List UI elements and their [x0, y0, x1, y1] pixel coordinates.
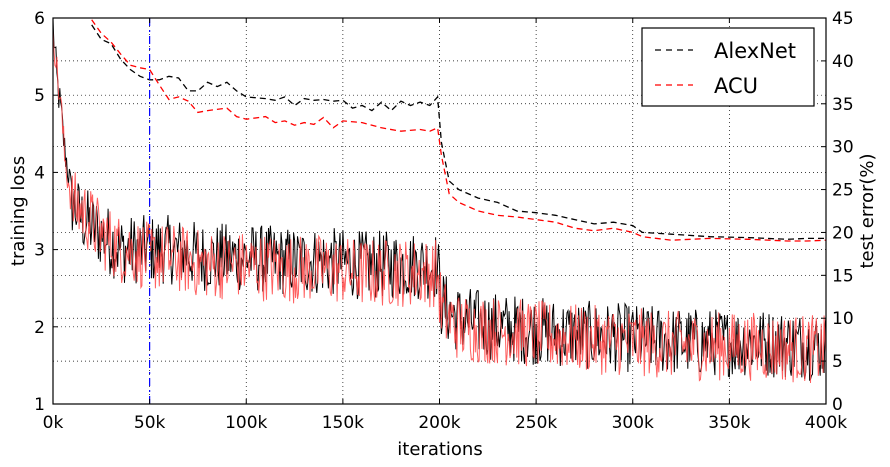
y-right-tick-label: 0: [832, 395, 843, 415]
x-tick-label: 250k: [515, 413, 557, 433]
x-tick-label: 100k: [225, 413, 267, 433]
y-left-tick-label: 2: [34, 318, 45, 338]
y-left-tick-label: 6: [34, 9, 45, 29]
y-right-tick-label: 20: [832, 223, 854, 243]
chart: 0k 50k 100k 150k 200k 250k 300k 350k 400k1234560…: [8, 9, 878, 460]
y-right-tick-label: 5: [832, 352, 843, 372]
x-tick-label: 50k: [134, 413, 166, 433]
y-right-tick-label: 45: [832, 9, 854, 29]
x-axis-label: iterations: [397, 439, 482, 460]
y-right-tick-label: 35: [832, 95, 854, 115]
x-tick-label: 0k: [43, 413, 64, 433]
y-left-tick-label: 1: [34, 395, 45, 415]
x-tick-label: 200k: [418, 413, 460, 433]
y-left-tick-label: 5: [34, 86, 45, 106]
y-axis-left-label: training loss: [8, 156, 29, 266]
x-tick-label: 400k: [805, 413, 847, 433]
y-right-tick-label: 40: [832, 52, 854, 72]
y-left-tick-label: 4: [34, 163, 45, 183]
legend: AlexNet ACU: [641, 27, 815, 107]
x-tick-label: 350k: [708, 413, 750, 433]
y-right-tick-label: 10: [832, 309, 854, 329]
y-right-tick-label: 15: [832, 266, 854, 286]
y-right-tick-label: 25: [832, 181, 854, 201]
x-tick-label: 150k: [322, 413, 364, 433]
y-right-tick-label: 30: [832, 138, 854, 158]
x-tick-label: 300k: [612, 413, 654, 433]
legend-label-acu: ACU: [714, 74, 758, 98]
y-axis-right-label: test error(%): [857, 153, 878, 268]
y-left-tick-label: 3: [34, 241, 45, 261]
legend-label-alexnet: AlexNet: [714, 39, 796, 63]
